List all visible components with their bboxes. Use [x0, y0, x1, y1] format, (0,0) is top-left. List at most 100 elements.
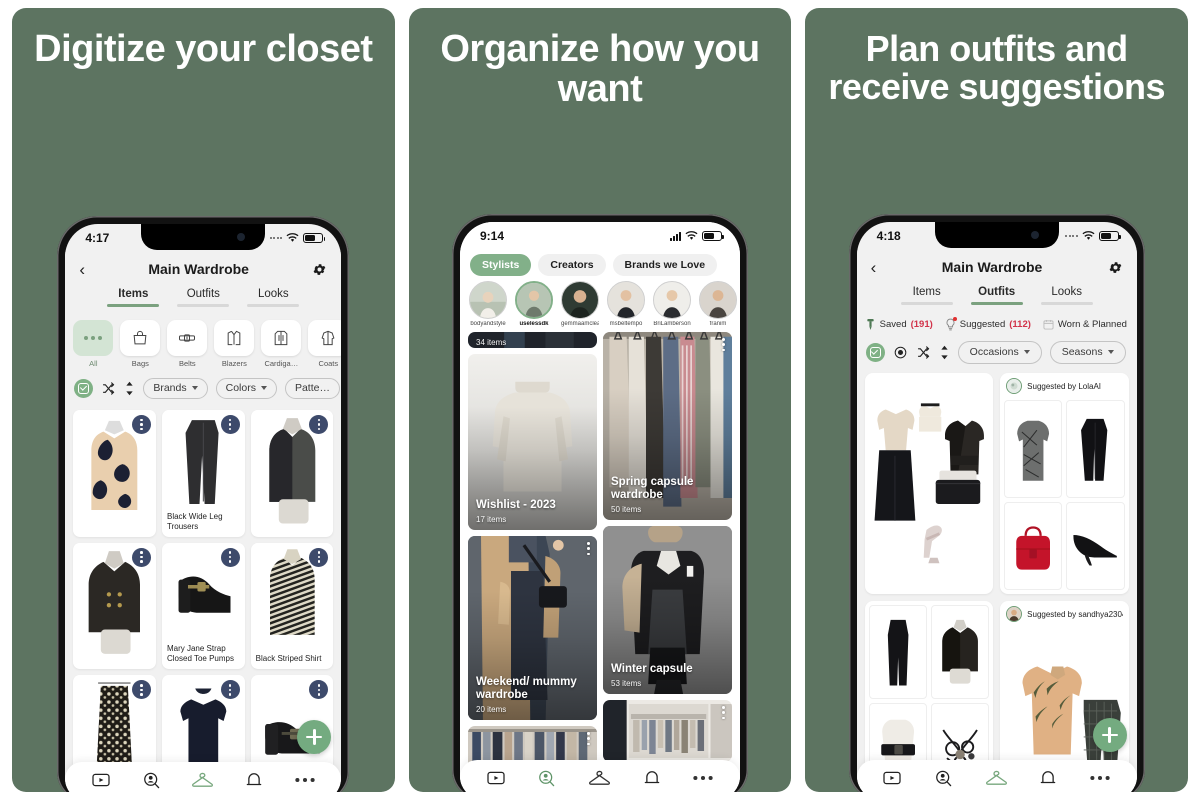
bell-icon[interactable]	[643, 769, 661, 788]
video-play-icon[interactable]	[882, 770, 902, 786]
stylist-avatar-row[interactable]: bodyandstyle uselessdk gemmaamclean msbe…	[460, 280, 740, 332]
sort-updown-icon[interactable]	[939, 345, 950, 360]
category-all[interactable]: All	[73, 320, 114, 372]
item-menu-icon[interactable]	[131, 547, 151, 567]
filter-chip-colors[interactable]: Colors	[215, 377, 277, 399]
back-button[interactable]: ‹	[871, 259, 877, 276]
item-card[interactable]: Black Striped Shirt	[250, 542, 334, 670]
sort-updown-icon[interactable]	[124, 381, 135, 396]
category-bags[interactable]: Bags	[120, 320, 161, 372]
collection-menu-icon[interactable]	[587, 732, 590, 746]
more-ellipsis-icon[interactable]	[294, 776, 316, 784]
tab-items[interactable]: Items	[900, 286, 953, 312]
avatar-item[interactable]: uselessdk	[515, 281, 553, 332]
select-all-check-icon[interactable]	[865, 342, 885, 362]
collection-card[interactable]: 34 items	[468, 332, 597, 348]
category-coats[interactable]: Coats	[308, 320, 342, 372]
filter-chip-occasions[interactable]: Occasions	[957, 340, 1042, 364]
bell-icon[interactable]	[245, 771, 263, 790]
collection-card[interactable]: Spring capsule wardrobe 50 items	[603, 332, 732, 520]
tab-looks[interactable]: Looks	[247, 288, 300, 314]
chevron-down-icon	[1107, 350, 1114, 354]
add-button[interactable]	[1092, 718, 1127, 752]
item-menu-icon[interactable]	[309, 547, 329, 567]
discover-person-search-icon[interactable]	[934, 769, 953, 788]
hanger-icon[interactable]	[191, 771, 214, 789]
category-blazers[interactable]: Blazers	[214, 320, 255, 372]
item-card[interactable]: Black Wide Leg Trousers	[161, 410, 245, 537]
collection-card[interactable]: Wishlist - 2023 17 items	[468, 354, 597, 530]
discover-person-search-icon[interactable]	[142, 771, 161, 790]
tab-label: Outfits	[186, 288, 220, 300]
hanger-icon[interactable]	[985, 769, 1008, 787]
filter-chip-patterns[interactable]: Patte…	[284, 377, 340, 399]
tab-outfits[interactable]: Outfits	[177, 288, 230, 314]
status-bar-3: 4:18	[857, 222, 1137, 250]
more-ellipsis-icon[interactable]	[692, 774, 714, 782]
item-menu-icon[interactable]	[309, 415, 329, 434]
segment-stylists[interactable]: Stylists	[470, 254, 532, 276]
avatar-name: BriLamberson	[653, 321, 691, 327]
collection-menu-icon[interactable]	[722, 338, 725, 352]
item-card[interactable]	[73, 542, 156, 670]
collection-card[interactable]: Weekend/ mummy wardrobe 20 items	[468, 536, 597, 720]
radio-target-icon[interactable]	[893, 345, 908, 360]
avatar	[1006, 378, 1023, 394]
category-cardigans[interactable]: Cardiga…	[261, 320, 302, 372]
filter-chip-brands[interactable]: Brands	[143, 377, 208, 399]
hanger-icon[interactable]	[588, 769, 611, 787]
outfit-card[interactable]: Suggested by LolaAI	[1000, 373, 1129, 595]
gear-icon[interactable]	[312, 262, 327, 277]
more-ellipsis-icon[interactable]	[1089, 774, 1111, 782]
shuffle-icon[interactable]	[916, 345, 931, 360]
bottom-navigation-3	[856, 760, 1137, 792]
segment-label: Creators	[550, 259, 594, 271]
avatar-item[interactable]: bodyandstyle	[469, 281, 507, 332]
category-belts[interactable]: Belts	[167, 320, 208, 372]
item-menu-icon[interactable]	[131, 680, 151, 700]
collection-menu-icon[interactable]	[587, 542, 590, 556]
masonry-column-left: 34 items Wishlist - 2023 17 items Weeken…	[468, 332, 597, 792]
bell-icon[interactable]	[1039, 769, 1057, 788]
tab-items[interactable]: Items	[107, 288, 160, 314]
select-all-check-icon[interactable]	[74, 378, 94, 398]
shuffle-icon[interactable]	[101, 381, 116, 396]
video-play-icon[interactable]	[91, 772, 111, 788]
tab-underline	[900, 302, 953, 305]
category-strip[interactable]: All Bags Belts Blazers Cardiga… Coats	[65, 314, 342, 372]
item-menu-icon[interactable]	[131, 415, 151, 434]
item-card[interactable]	[73, 410, 156, 537]
back-button[interactable]: ‹	[79, 261, 85, 278]
avatar-item[interactable]: franim	[699, 281, 737, 332]
tab-underline	[247, 304, 300, 307]
collection-menu-icon[interactable]	[722, 706, 725, 720]
segment-creators[interactable]: Creators	[538, 254, 606, 276]
add-button[interactable]	[297, 720, 332, 754]
tab-looks[interactable]: Looks	[1040, 286, 1093, 312]
chevron-down-icon	[260, 386, 267, 390]
collection-card[interactable]: Winter capsule 53 items	[603, 526, 732, 694]
avatar-item[interactable]: gemmaamclean	[561, 281, 599, 332]
blazer-icon	[214, 320, 255, 356]
collection-title: Spring capsule wardrobe	[611, 475, 694, 502]
item-menu-icon[interactable]	[220, 547, 240, 567]
subtab-saved[interactable]: Saved (191)	[865, 318, 933, 331]
item-card[interactable]	[250, 410, 334, 537]
category-label: All	[89, 359, 98, 368]
avatar-item[interactable]: BriLamberson	[653, 281, 691, 332]
avatar-item[interactable]: msbeltempo	[607, 281, 645, 332]
outfit-card[interactable]	[864, 373, 994, 595]
discover-person-search-icon[interactable]	[537, 769, 556, 788]
collection-title: Winter capsule	[611, 663, 693, 676]
tab-outfits[interactable]: Outfits	[970, 286, 1023, 312]
segment-brands-we-love[interactable]: Brands we Love	[612, 254, 718, 276]
item-card[interactable]: Mary Jane Strap Closed Toe Pumps	[161, 542, 245, 670]
gear-icon[interactable]	[1108, 260, 1123, 275]
collection-card[interactable]	[603, 700, 732, 762]
video-play-icon[interactable]	[486, 770, 506, 786]
chevron-down-icon	[1023, 350, 1030, 354]
avatar-name: gemmaamclean	[561, 321, 599, 327]
subtab-worn-and-planned[interactable]: Worn & Planned	[1043, 319, 1127, 330]
filter-chip-seasons[interactable]: Seasons	[1049, 340, 1126, 364]
subtab-suggested[interactable]: Suggested (112)	[945, 316, 1031, 331]
